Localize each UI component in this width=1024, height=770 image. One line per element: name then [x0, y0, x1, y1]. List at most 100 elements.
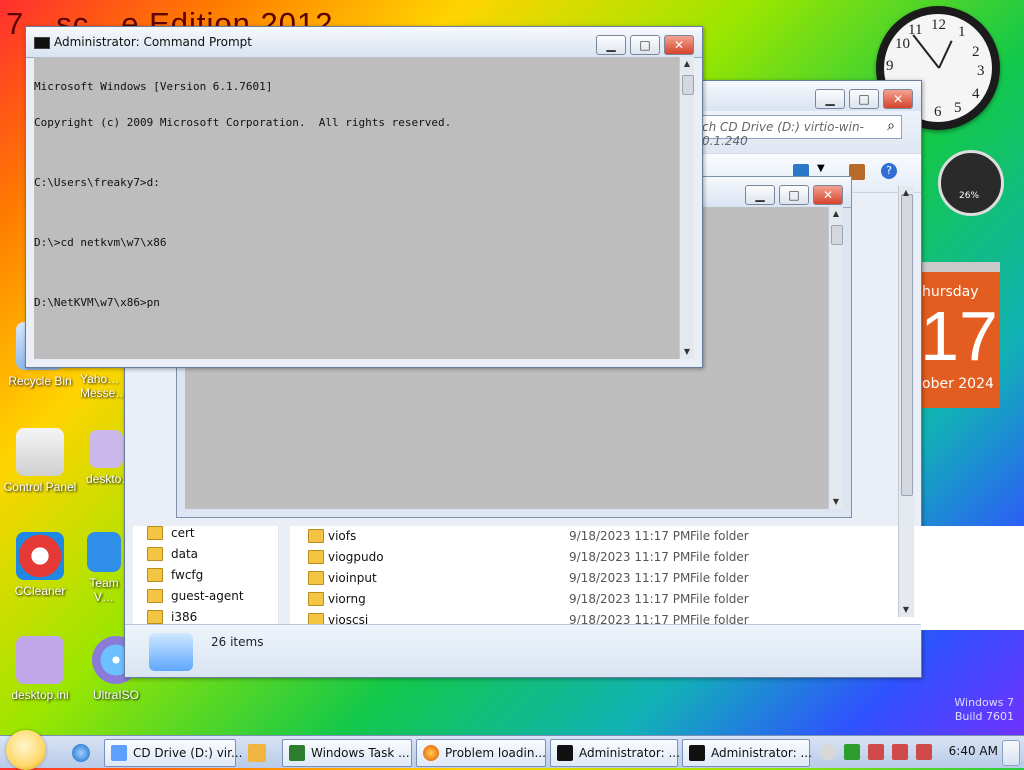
- calendar-date: 17: [920, 297, 998, 375]
- taskbar-button-label: Problem loadin...: [445, 746, 546, 760]
- internet-explorer-icon[interactable]: [72, 744, 90, 762]
- desktop-icon-control-panel[interactable]: Control Panel: [0, 428, 88, 494]
- command-scrollbar[interactable]: ▲ ▼: [679, 57, 694, 359]
- chevron-down-icon[interactable]: ▼: [817, 163, 825, 174]
- folder-icon: [147, 526, 163, 540]
- file-row[interactable]: vioinput 9/18/2023 11:17 PM File folder: [290, 568, 840, 588]
- file-row[interactable]: viofs 9/18/2023 11:17 PM File folder: [290, 526, 840, 546]
- file-name: viofs: [328, 529, 357, 543]
- tray-icon[interactable]: [820, 744, 836, 760]
- folder-icon: [308, 571, 324, 585]
- command-prompt-window[interactable]: Administrator: Command Prompt ▁ □ ✕ Micr…: [25, 26, 703, 368]
- taskbar-button-label: Administrator: ...: [711, 746, 812, 760]
- taskbar: CD Drive (D:) vir... Windows Task ... Pr…: [0, 730, 1024, 770]
- show-desktop-button[interactable]: [1002, 740, 1020, 766]
- nav-item-guest-agent[interactable]: guest-agent: [171, 589, 244, 603]
- scroll-thumb[interactable]: [831, 225, 843, 245]
- desktop-icon-label: CCleaner: [14, 584, 66, 598]
- document-icon: [89, 430, 123, 468]
- clock-number: 2: [972, 44, 980, 60]
- cpu-meter-gadget: 26%: [938, 150, 1004, 216]
- clock-number: 5: [954, 100, 962, 116]
- folder-icon: [147, 547, 163, 561]
- scroll-thumb[interactable]: [901, 194, 913, 496]
- taskbar-button-label: Windows Task ...: [311, 746, 410, 760]
- scroll-down-icon[interactable]: ▼: [899, 603, 913, 617]
- file-date: 9/18/2023 11:17 PM: [569, 571, 691, 585]
- drive-icon: [149, 633, 193, 671]
- maximize-button[interactable]: □: [779, 185, 809, 205]
- hour-hand: [938, 40, 953, 69]
- desktop-icon-teamviewer[interactable]: Team V…: [82, 532, 126, 604]
- scroll-down-icon[interactable]: ▼: [680, 345, 694, 359]
- file-type: File folder: [690, 529, 749, 543]
- minimize-button[interactable]: ▁: [596, 35, 626, 55]
- nav-item-cert[interactable]: cert: [171, 526, 195, 540]
- tray-icon[interactable]: [868, 744, 884, 760]
- file-date: 9/18/2023 11:17 PM: [569, 550, 691, 564]
- system-clock[interactable]: 6:40 AM: [949, 744, 998, 758]
- desktop-icon-yahoo[interactable]: Yaho… Messe…: [80, 372, 128, 400]
- taskbar-button-explorer[interactable]: CD Drive (D:) vir...: [104, 739, 242, 767]
- command-prompt-icon: [689, 745, 705, 761]
- scroll-thumb[interactable]: [682, 75, 694, 95]
- file-name: viogpudo: [328, 550, 384, 564]
- file-row[interactable]: viorng 9/18/2023 11:17 PM File folder: [290, 589, 840, 609]
- folder-icon: [147, 568, 163, 582]
- command-line: D:\>cd netkvm\w7\x86: [34, 236, 167, 249]
- taskbar-button-label: CD Drive (D:) vir...: [133, 746, 243, 760]
- help-icon[interactable]: ?: [881, 163, 897, 179]
- explorer-scrollbar[interactable]: ▲ ▼: [898, 186, 914, 617]
- taskbar-button-firefox[interactable]: Problem loadin...: [416, 739, 546, 767]
- control-panel-icon: [16, 428, 64, 476]
- close-button[interactable]: ✕: [883, 89, 913, 109]
- tray-icon[interactable]: [844, 744, 860, 760]
- minimize-button[interactable]: ▁: [745, 185, 775, 205]
- desktop-icon-deskto[interactable]: deskto…: [86, 430, 134, 486]
- minimize-button[interactable]: ▁: [815, 89, 845, 109]
- command-output[interactable]: Microsoft Windows [Version 6.1.7601] Cop…: [34, 57, 680, 359]
- clock-number: 9: [886, 58, 894, 74]
- folder-icon: [308, 592, 324, 606]
- nav-item-fwcfg[interactable]: fwcfg: [171, 568, 203, 582]
- folder-icon: [308, 550, 324, 564]
- desktop-icon-ccleaner[interactable]: CCleaner: [0, 532, 88, 598]
- scroll-down-icon[interactable]: ▼: [829, 495, 843, 509]
- search-placeholder: ch CD Drive (D:) virtio-win-0.1.240: [702, 120, 864, 148]
- desktop-icon-label: Team V…: [89, 576, 119, 604]
- taskbar-button-administrator-2[interactable]: Administrator: ...: [682, 739, 812, 767]
- window-title: Administrator: Command Prompt: [54, 35, 252, 49]
- close-button[interactable]: ✕: [813, 185, 843, 205]
- settings-file-icon: [16, 636, 64, 684]
- background-window-scrollbar[interactable]: ▲ ▼: [828, 207, 843, 509]
- tray-icon[interactable]: [892, 744, 908, 760]
- maximize-button[interactable]: □: [849, 89, 879, 109]
- maximize-button[interactable]: □: [630, 35, 660, 55]
- command-prompt-icon: [34, 37, 50, 49]
- command-line: D:\NetKVM\w7\x86>pn: [34, 296, 160, 309]
- scroll-up-icon[interactable]: ▲: [899, 186, 913, 200]
- scroll-up-icon[interactable]: ▲: [829, 207, 843, 221]
- watermark-line: Build 7601: [954, 710, 1014, 723]
- desktop-icon-label: Yaho… Messe…: [80, 372, 128, 400]
- close-button[interactable]: ✕: [664, 35, 694, 55]
- calendar-gadget: hursday 17 ober 2024: [918, 262, 1000, 408]
- start-button[interactable]: [6, 730, 46, 770]
- file-date: 9/18/2023 11:17 PM: [569, 592, 691, 606]
- clock-number: 6: [934, 104, 942, 120]
- taskbar-button-task-manager[interactable]: Windows Task ...: [282, 739, 412, 767]
- nav-item-data[interactable]: data: [171, 547, 198, 561]
- media-player-icon[interactable]: [248, 744, 266, 762]
- folder-icon: [147, 610, 163, 624]
- file-type: File folder: [690, 550, 749, 564]
- search-input[interactable]: ch CD Drive (D:) virtio-win-0.1.240 ⌕: [695, 115, 902, 148]
- taskbar-button-administrator-1[interactable]: Administrator: ...: [550, 739, 680, 767]
- tray-icon[interactable]: [916, 744, 932, 760]
- scroll-up-icon[interactable]: ▲: [680, 57, 694, 71]
- taskbar-button-label: Administrator: ...: [579, 746, 680, 760]
- clock-number: 4: [972, 86, 980, 102]
- file-row[interactable]: viogpudo 9/18/2023 11:17 PM File folder: [290, 547, 840, 567]
- clock-number: 1: [958, 24, 966, 40]
- nav-item-i386[interactable]: i386: [171, 610, 197, 624]
- desktop-icon-label: deskto…: [86, 472, 134, 486]
